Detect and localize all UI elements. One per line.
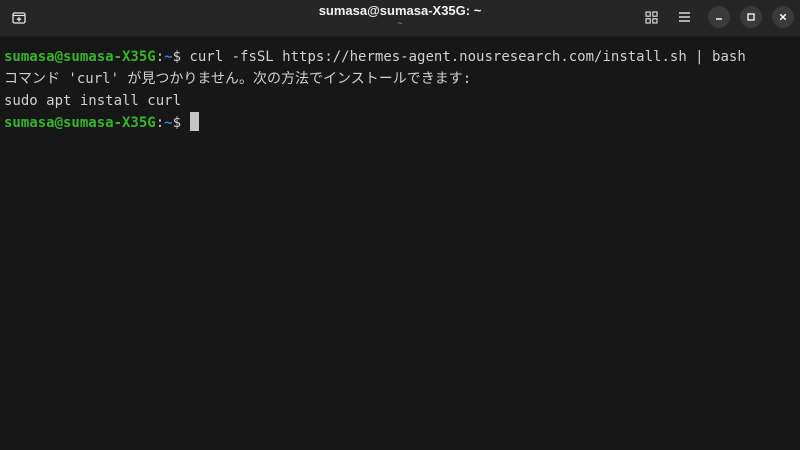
terminal-line-suggestion: sudo apt install curl [4, 93, 182, 109]
terminal-line-command: sumasa@sumasa-X35G:~$ curl -fsSL https:/… [4, 46, 746, 68]
prompt-dollar: $ [172, 115, 190, 131]
close-icon [779, 13, 787, 21]
terminal-line-prompt: sumasa@sumasa-X35G:~$ [4, 112, 200, 134]
new-tab-icon [12, 12, 26, 24]
window-title-area: sumasa@sumasa-X35G: ~ ~ [250, 2, 550, 28]
terminal-output[interactable]: sumasa@sumasa-X35G:~$ curl -fsSL https:/… [0, 37, 800, 450]
minimize-button[interactable] [708, 6, 730, 28]
prompt-user-host: sumasa@sumasa-X35G [4, 115, 156, 131]
command-text: curl -fsSL https://hermes-agent.nousrese… [189, 49, 746, 65]
minimize-icon [716, 18, 722, 20]
prompt-dollar: $ [172, 49, 190, 65]
prompt-path: ~ [164, 49, 173, 65]
new-tab-button[interactable] [6, 4, 32, 30]
header-bar: sumasa@sumasa-X35G: ~ ~ [0, 0, 800, 37]
view-tabs-button[interactable] [639, 5, 663, 29]
prompt-colon: : [155, 115, 165, 131]
text-cursor [190, 112, 200, 131]
prompt-path: ~ [164, 115, 173, 131]
prompt-user-host: sumasa@sumasa-X35G [4, 49, 156, 65]
grid-icon [644, 10, 658, 24]
maximize-icon [747, 13, 755, 21]
window-subtitle: ~ [397, 18, 403, 28]
close-button[interactable] [772, 6, 794, 28]
prompt-colon: : [155, 49, 165, 65]
hamburger-menu-icon [678, 12, 690, 22]
terminal-window: sumasa@sumasa-X35G: ~ ~ sumasa@sumasa-X3… [0, 0, 800, 450]
main-menu-button[interactable] [672, 5, 696, 29]
terminal-line-error: コマンド 'curl' が見つかりません。次の方法でインストールできます: [4, 71, 472, 87]
maximize-button[interactable] [740, 6, 762, 28]
window-title: sumasa@sumasa-X35G: ~ [318, 3, 482, 18]
